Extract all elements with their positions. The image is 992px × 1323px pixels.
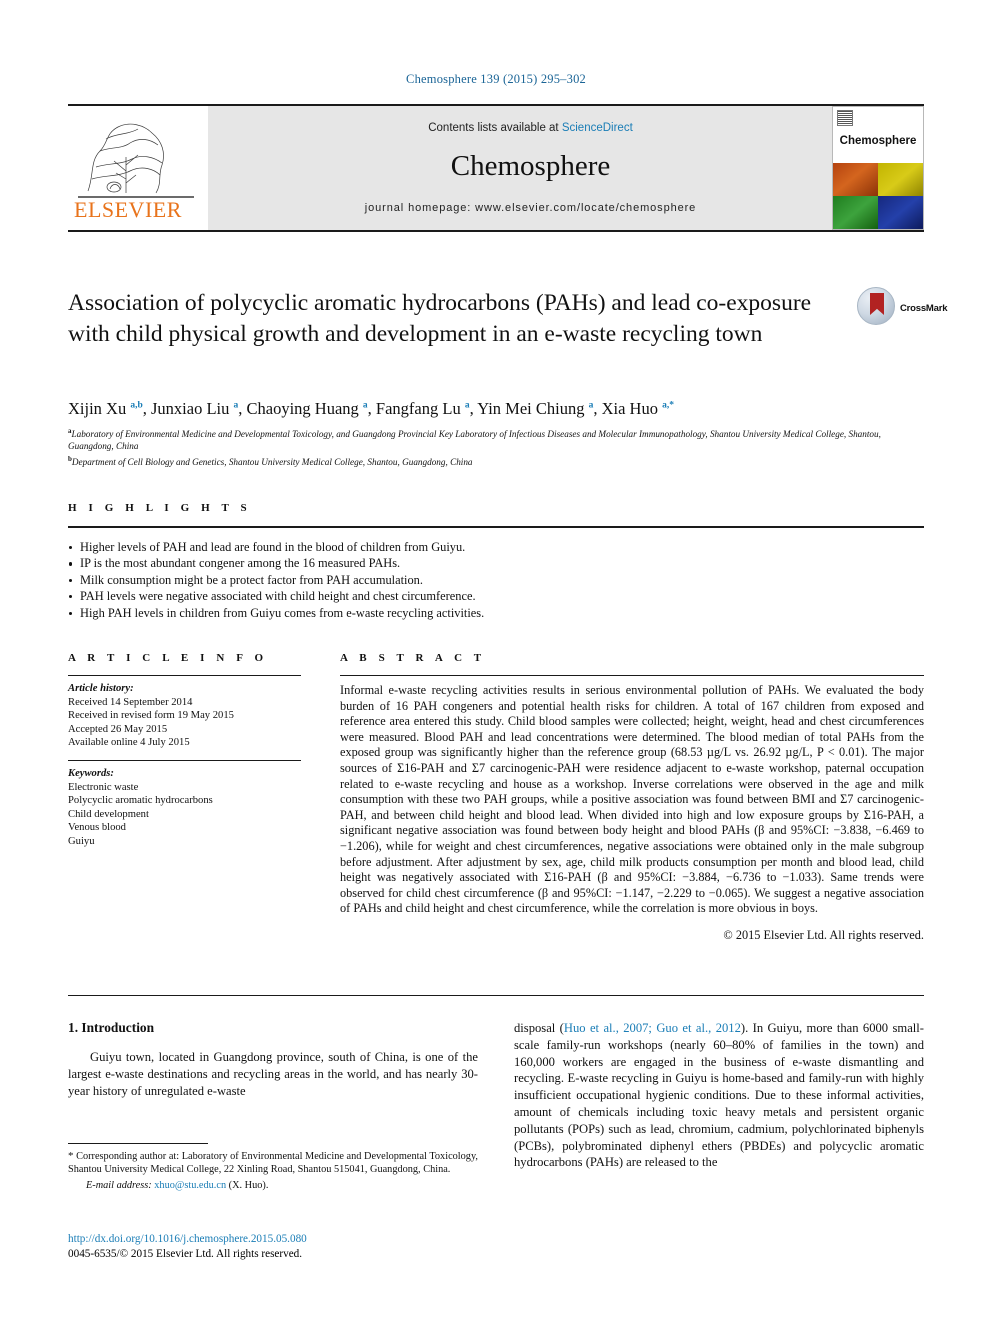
intro-right-pre: disposal (	[514, 1021, 564, 1035]
article-history-label: Article history:	[68, 683, 134, 694]
crossmark-icon	[857, 287, 895, 325]
elsevier-wordmark: ELSEVIER	[74, 197, 182, 222]
affiliation-b: bDepartment of Cell Biology and Genetics…	[68, 453, 928, 468]
article-history-block: Article history: Received 14 September 2…	[68, 676, 301, 750]
affiliation-a: aLaboratory of Environmental Medicine an…	[68, 425, 928, 453]
affiliation-b-text: Department of Cell Biology and Genetics,…	[71, 456, 473, 467]
paper-title: Association of polycyclic aromatic hydro…	[68, 290, 812, 347]
cover-image-grid	[833, 163, 923, 229]
list-item: Higher levels of PAH and lead are found …	[68, 539, 924, 555]
article-info-section: A R T I C L E I N F O Article history: R…	[68, 652, 301, 849]
journal-title: Chemosphere	[450, 150, 611, 182]
highlights-section: H I G H L I G H T S Higher levels of PAH…	[68, 502, 924, 621]
keyword-item: Venous blood	[68, 822, 126, 834]
article-info-heading: A R T I C L E I N F O	[68, 652, 268, 664]
corresponding-author-footnote: * Corresponding author at: Laboratory of…	[68, 1150, 478, 1192]
keywords-label: Keywords:	[68, 767, 114, 779]
affiliations: aLaboratory of Environmental Medicine an…	[68, 425, 928, 468]
cover-journal-name: Chemosphere	[839, 135, 917, 147]
keyword-item: Polycyclic aromatic hydrocarbons	[68, 795, 213, 807]
intro-paragraph-left: Guiyu town, located in Guangdong provinc…	[68, 1050, 478, 1098]
sciencedirect-link[interactable]: ScienceDirect	[562, 122, 633, 134]
footnote-divider	[68, 1143, 208, 1144]
abstract-copyright: © 2015 Elsevier Ltd. All rights reserved…	[723, 927, 924, 942]
cover-tile-1	[833, 163, 878, 196]
journal-homepage-link[interactable]: journal homepage: www.elsevier.com/locat…	[208, 202, 853, 214]
contents-available-line: Contents lists available at ScienceDirec…	[208, 122, 853, 134]
elsevier-logo: ELSEVIER	[70, 113, 202, 225]
corresponding-author-text: Corresponding author at: Laboratory of E…	[68, 1151, 478, 1176]
list-item: PAH levels were negative associated with…	[68, 588, 924, 604]
email-line: E-mail address: xhuo@stu.edu.cn (X. Huo)…	[68, 1177, 478, 1192]
crossmark-badge-group[interactable]: CrossMark	[857, 287, 948, 329]
title-block: Association of polycyclic aromatic hydro…	[68, 288, 848, 350]
body-column-left: 1. Introduction Guiyu town, located in G…	[68, 1020, 478, 1099]
cover-tile-4	[878, 196, 923, 229]
abstract-section: A B S T R A C T Informal e-waste recycli…	[340, 652, 924, 943]
history-item: Accepted 26 May 2015	[68, 723, 168, 735]
journal-banner: ELSEVIER Contents lists available at Sci…	[68, 104, 924, 232]
paper-page: Chemosphere 139 (2015) 295–302 ELSEVIER …	[0, 0, 992, 1323]
intro-paragraph-right: disposal (Huo et al., 2007; Guo et al., …	[514, 1020, 924, 1171]
keyword-item: Child development	[68, 808, 149, 820]
cover-tile-2	[878, 163, 923, 196]
cover-tile-3	[833, 196, 878, 229]
crossmark-ribbon-icon	[870, 293, 884, 315]
section-title-introduction: 1. Introduction	[68, 1020, 155, 1035]
abstract-heading: A B S T R A C T	[340, 652, 486, 664]
author-list: Xijin Xu a,b, Junxiao Liu a, Chaoying Hu…	[68, 399, 674, 418]
intro-right-post: ). In Guiyu, more than 6000 small-scale …	[514, 1021, 924, 1170]
elsevier-tree-icon	[78, 123, 194, 198]
list-item: High PAH levels in children from Guiyu c…	[68, 605, 924, 621]
email-link[interactable]: xhuo@stu.edu.cn	[154, 1180, 226, 1191]
highlights-heading: H I G H L I G H T S	[68, 502, 252, 514]
body-column-right: disposal (Huo et al., 2007; Guo et al., …	[514, 1020, 924, 1171]
page-footer: http://dx.doi.org/10.1016/j.chemosphere.…	[68, 1232, 508, 1261]
history-item: Received 14 September 2014	[68, 696, 193, 708]
banner-center-panel: Contents lists available at ScienceDirec…	[208, 106, 853, 230]
history-item: Received in revised form 19 May 2015	[68, 710, 234, 722]
abstract-text: Informal e-waste recycling activities re…	[340, 683, 924, 916]
contents-prefix: Contents lists available at	[428, 122, 562, 134]
issn-copyright-line: 0045-6535/© 2015 Elsevier Ltd. All right…	[68, 1247, 303, 1260]
email-label: E-mail address:	[86, 1179, 152, 1191]
footnote-star-marker: *	[68, 1150, 74, 1162]
cover-publisher-mark-icon	[837, 110, 853, 126]
keywords-block: Keywords: Electronic waste Polycyclic ar…	[68, 761, 301, 849]
crossmark-label: CrossMark	[900, 303, 948, 314]
doi-link[interactable]: http://dx.doi.org/10.1016/j.chemosphere.…	[68, 1232, 508, 1247]
running-head: Chemosphere 139 (2015) 295–302	[406, 72, 586, 86]
list-item: Milk consumption might be a protect fact…	[68, 572, 924, 588]
email-owner: (X. Huo).	[228, 1179, 269, 1191]
citation-link[interactable]: Huo et al., 2007; Guo et al., 2012	[564, 1021, 741, 1035]
keyword-item: Electronic waste	[68, 781, 139, 793]
highlights-list: Higher levels of PAH and lead are found …	[68, 528, 924, 621]
affiliation-a-text: Laboratory of Environmental Medicine and…	[68, 429, 881, 452]
body-top-divider	[68, 995, 924, 996]
history-item: Available online 4 July 2015	[68, 737, 190, 749]
list-item: IP is the most abundant congener among t…	[68, 555, 924, 571]
keyword-item: Guiyu	[68, 835, 95, 847]
journal-cover-thumbnail: Chemosphere	[832, 106, 924, 230]
